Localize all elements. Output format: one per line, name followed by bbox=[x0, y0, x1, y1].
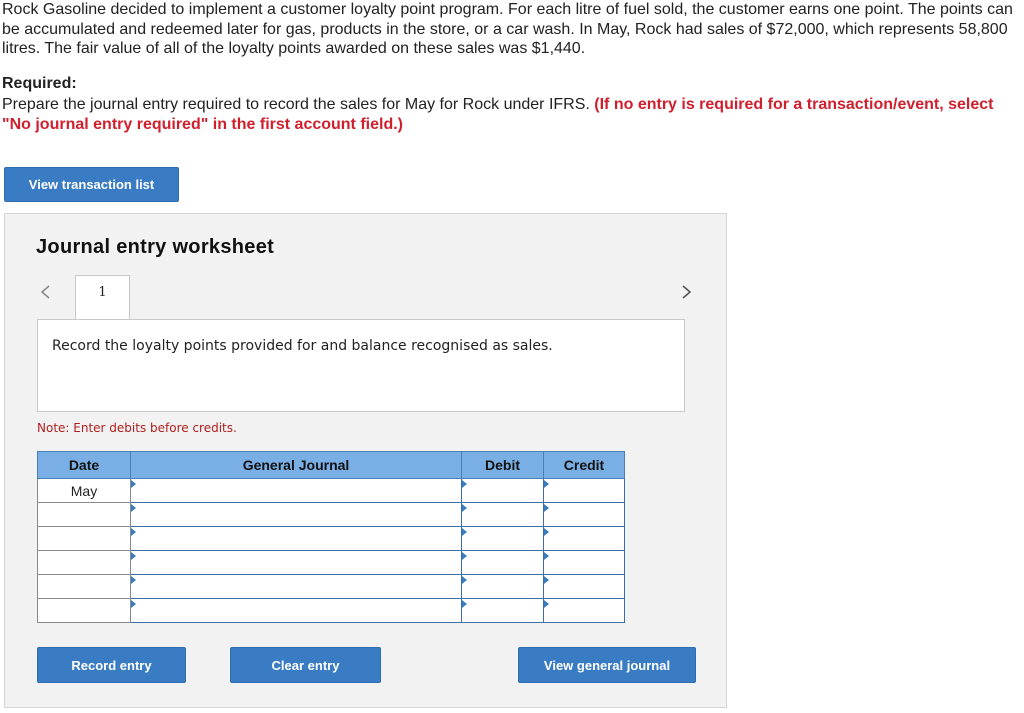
general-journal-header: General Journal bbox=[130, 451, 462, 479]
account-field[interactable] bbox=[130, 526, 462, 551]
instruction-box: Record the loyalty points provided for a… bbox=[37, 319, 685, 412]
instruction-text: Record the loyalty points provided for a… bbox=[52, 338, 553, 354]
required-instructions: Prepare the journal entry required to re… bbox=[2, 95, 1020, 134]
table-row bbox=[37, 598, 625, 623]
table-row bbox=[37, 550, 625, 575]
date-cell: May bbox=[37, 478, 131, 503]
journal-table-header: Date General Journal Debit Credit bbox=[37, 451, 625, 479]
debit-field[interactable] bbox=[461, 598, 544, 623]
date-cell[interactable] bbox=[37, 526, 131, 551]
table-row bbox=[37, 526, 625, 551]
journal-entry-worksheet: Journal entry worksheet 1 Record the loy… bbox=[4, 213, 727, 708]
debit-field[interactable] bbox=[461, 526, 544, 551]
debit-field[interactable] bbox=[461, 502, 544, 527]
debit-field[interactable] bbox=[461, 550, 544, 575]
clear-entry-button[interactable]: Clear entry bbox=[230, 647, 381, 683]
chevron-left-icon[interactable] bbox=[38, 284, 54, 300]
date-cell[interactable] bbox=[37, 598, 131, 623]
credit-field[interactable] bbox=[543, 478, 625, 503]
required-text: Prepare the journal entry required to re… bbox=[2, 96, 595, 113]
account-field[interactable] bbox=[130, 502, 462, 527]
worksheet-title: Journal entry worksheet bbox=[36, 236, 275, 258]
required-label: Required: bbox=[2, 75, 77, 92]
account-field[interactable] bbox=[130, 598, 462, 623]
journal-table: Date General Journal Debit Credit May bbox=[37, 451, 625, 623]
date-header: Date bbox=[37, 451, 131, 479]
view-transaction-list-button[interactable]: View transaction list bbox=[4, 167, 179, 202]
debit-field[interactable] bbox=[461, 574, 544, 599]
account-field[interactable] bbox=[130, 574, 462, 599]
credit-field[interactable] bbox=[543, 550, 625, 575]
date-cell[interactable] bbox=[37, 502, 131, 527]
credit-field[interactable] bbox=[543, 526, 625, 551]
view-general-journal-button[interactable]: View general journal bbox=[518, 647, 696, 683]
record-entry-button[interactable]: Record entry bbox=[37, 647, 186, 683]
chevron-right-icon[interactable] bbox=[678, 284, 694, 300]
account-field[interactable] bbox=[130, 478, 462, 503]
debit-field[interactable] bbox=[461, 478, 544, 503]
problem-statement: Rock Gasoline decided to implement a cus… bbox=[2, 1, 1013, 57]
debit-header: Debit bbox=[461, 451, 544, 479]
credit-field[interactable] bbox=[543, 502, 625, 527]
credit-field[interactable] bbox=[543, 574, 625, 599]
account-field[interactable] bbox=[130, 550, 462, 575]
date-cell[interactable] bbox=[37, 574, 131, 599]
table-row bbox=[37, 574, 625, 599]
table-row: May bbox=[37, 478, 625, 503]
table-row bbox=[37, 502, 625, 527]
tab-entry-1[interactable]: 1 bbox=[75, 275, 130, 321]
debit-credit-note: Note: Enter debits before credits. bbox=[37, 421, 237, 435]
credit-header: Credit bbox=[543, 451, 625, 479]
credit-field[interactable] bbox=[543, 598, 625, 623]
date-cell[interactable] bbox=[37, 550, 131, 575]
